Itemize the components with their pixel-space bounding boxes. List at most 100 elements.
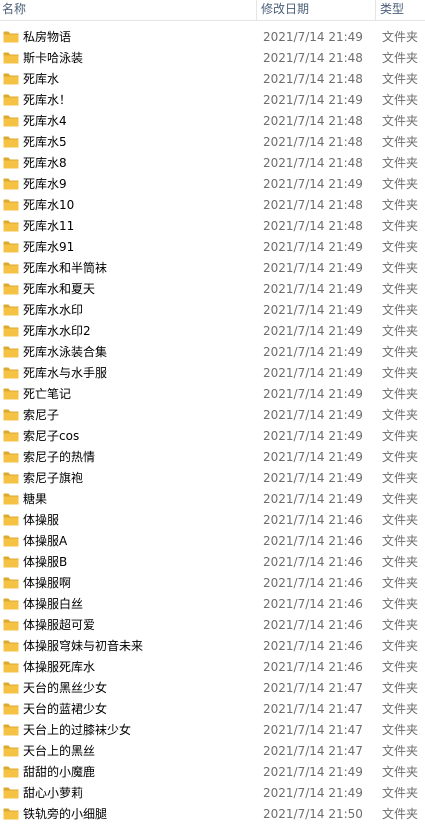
file-name: 死库水11 (23, 219, 75, 233)
file-name: 天台的蓝裙少女 (23, 702, 108, 716)
file-list: 私房物语 2021/7/14 21:49 文件夹 斯卡哈泳装 2021/7/14 21:… (0, 27, 425, 825)
file-type: 文件夹 (382, 471, 419, 485)
folder-icon (3, 450, 19, 464)
file-type: 文件夹 (382, 597, 419, 611)
column-header-name[interactable]: 名称 (0, 0, 257, 20)
folder-icon (3, 660, 19, 674)
file-row[interactable]: 索尼子cos 2021/7/14 21:49 文件夹 (0, 426, 425, 447)
file-name: 死库水泳装合集 (23, 345, 108, 359)
file-name: 天台上的黑丝 (23, 744, 96, 758)
folder-icon (3, 30, 19, 44)
file-name: 索尼子cos (23, 429, 80, 443)
file-row[interactable]: 私房物语 2021/7/14 21:49 文件夹 (0, 27, 425, 48)
file-row[interactable]: 索尼子旗袍 2021/7/14 21:49 文件夹 (0, 468, 425, 489)
file-row[interactable]: 天台上的过膝袜少女 2021/7/14 21:47 文件夹 (0, 720, 425, 741)
file-type: 文件夹 (382, 555, 419, 569)
file-name: 糖果 (23, 492, 48, 506)
file-name: 铁轨旁的小细腿 (23, 807, 108, 821)
file-type: 文件夹 (382, 429, 419, 443)
file-row[interactable]: 体操服啊 2021/7/14 21:46 文件夹 (0, 573, 425, 594)
file-date-modified: 2021/7/14 21:49 (263, 450, 363, 464)
file-row[interactable]: 死库水5 2021/7/14 21:48 文件夹 (0, 132, 425, 153)
file-row[interactable]: 死库水 2021/7/14 21:48 文件夹 (0, 69, 425, 90)
file-row[interactable]: 死亡笔记 2021/7/14 21:49 文件夹 (0, 384, 425, 405)
file-date-modified: 2021/7/14 21:46 (263, 534, 363, 548)
file-row[interactable]: 糖果 2021/7/14 21:49 文件夹 (0, 489, 425, 510)
folder-icon (3, 534, 19, 548)
file-type: 文件夹 (382, 450, 419, 464)
folder-icon (3, 156, 19, 170)
file-row[interactable]: 体操服白丝 2021/7/14 21:46 文件夹 (0, 594, 425, 615)
file-date-modified: 2021/7/14 21:46 (263, 660, 363, 674)
file-row[interactable]: 甜甜的小魔鹿 2021/7/14 21:49 文件夹 (0, 762, 425, 783)
file-row[interactable]: 死库水10 2021/7/14 21:48 文件夹 (0, 195, 425, 216)
file-type: 文件夹 (382, 639, 419, 653)
file-row[interactable]: 索尼子 2021/7/14 21:49 文件夹 (0, 405, 425, 426)
file-row[interactable]: 体操服死库水 2021/7/14 21:46 文件夹 (0, 657, 425, 678)
folder-icon (3, 639, 19, 653)
folder-icon (3, 723, 19, 737)
file-name: 甜心小萝莉 (23, 786, 84, 800)
file-row[interactable]: 体操服 2021/7/14 21:46 文件夹 (0, 510, 425, 531)
folder-icon (3, 807, 19, 821)
file-date-modified: 2021/7/14 21:47 (263, 681, 363, 695)
file-type: 文件夹 (382, 177, 419, 191)
file-row[interactable]: 死库水与水手服 2021/7/14 21:49 文件夹 (0, 363, 425, 384)
file-row[interactable]: 死库水9 2021/7/14 21:49 文件夹 (0, 174, 425, 195)
file-name: 索尼子旗袍 (23, 471, 84, 485)
folder-icon (3, 513, 19, 527)
file-type: 文件夹 (382, 618, 419, 632)
file-row[interactable]: 死库水8 2021/7/14 21:48 文件夹 (0, 153, 425, 174)
file-type: 文件夹 (382, 303, 419, 317)
file-name: 死库水水印2 (23, 324, 91, 338)
file-row[interactable]: 天台上的黑丝 2021/7/14 21:47 文件夹 (0, 741, 425, 762)
file-type: 文件夹 (382, 93, 419, 107)
file-row[interactable]: 死库水91 2021/7/14 21:49 文件夹 (0, 237, 425, 258)
folder-icon (3, 324, 19, 338)
file-row[interactable]: 天台的蓝裙少女 2021/7/14 21:47 文件夹 (0, 699, 425, 720)
file-row[interactable]: 索尼子的热情 2021/7/14 21:49 文件夹 (0, 447, 425, 468)
file-row[interactable]: 死库水水印 2021/7/14 21:49 文件夹 (0, 300, 425, 321)
folder-icon (3, 240, 19, 254)
folder-icon (3, 345, 19, 359)
file-date-modified: 2021/7/14 21:47 (263, 702, 363, 716)
file-row[interactable]: 铁轨旁的小细腿 2021/7/14 21:50 文件夹 (0, 804, 425, 825)
file-row[interactable]: 斯卡哈泳装 2021/7/14 21:48 文件夹 (0, 48, 425, 69)
file-row[interactable]: 死库水和夏天 2021/7/14 21:49 文件夹 (0, 279, 425, 300)
file-row[interactable]: 死库水！ 2021/7/14 21:49 文件夹 (0, 90, 425, 111)
file-row[interactable]: 体操服B 2021/7/14 21:46 文件夹 (0, 552, 425, 573)
file-name: 甜甜的小魔鹿 (23, 765, 96, 779)
file-name: 体操服啊 (23, 576, 72, 590)
file-name: 死库水4 (23, 114, 67, 128)
file-name: 死库水10 (23, 198, 75, 212)
file-date-modified: 2021/7/14 21:48 (263, 156, 363, 170)
file-row[interactable]: 死库水4 2021/7/14 21:48 文件夹 (0, 111, 425, 132)
file-date-modified: 2021/7/14 21:49 (263, 93, 363, 107)
file-date-modified: 2021/7/14 21:49 (263, 492, 363, 506)
folder-icon (3, 366, 19, 380)
file-row[interactable]: 体操服超可爱 2021/7/14 21:46 文件夹 (0, 615, 425, 636)
file-row[interactable]: 死库水水印2 2021/7/14 21:49 文件夹 (0, 321, 425, 342)
file-date-modified: 2021/7/14 21:49 (263, 429, 363, 443)
folder-icon (3, 408, 19, 422)
folder-icon (3, 282, 19, 296)
file-row[interactable]: 甜心小萝莉 2021/7/14 21:49 文件夹 (0, 783, 425, 804)
file-row[interactable]: 死库水泳装合集 2021/7/14 21:49 文件夹 (0, 342, 425, 363)
folder-icon (3, 114, 19, 128)
file-type: 文件夹 (382, 408, 419, 422)
column-header-date-modified[interactable]: 修改日期 (259, 0, 376, 20)
file-row[interactable]: 天台的黑丝少女 2021/7/14 21:47 文件夹 (0, 678, 425, 699)
column-header-type[interactable]: 类型 (378, 0, 425, 20)
file-row[interactable]: 死库水和半筒袜 2021/7/14 21:49 文件夹 (0, 258, 425, 279)
file-date-modified: 2021/7/14 21:46 (263, 618, 363, 632)
file-row[interactable]: 体操服A 2021/7/14 21:46 文件夹 (0, 531, 425, 552)
file-date-modified: 2021/7/14 21:49 (263, 177, 363, 191)
file-name: 死库水 (23, 72, 60, 86)
column-header-bar: 名称 修改日期 类型 (0, 0, 425, 21)
file-date-modified: 2021/7/14 21:48 (263, 135, 363, 149)
file-name: 私房物语 (23, 30, 72, 44)
file-type: 文件夹 (382, 387, 419, 401)
file-row[interactable]: 体操服穹妹与初音未来 2021/7/14 21:46 文件夹 (0, 636, 425, 657)
file-name: 死库水5 (23, 135, 67, 149)
file-row[interactable]: 死库水11 2021/7/14 21:48 文件夹 (0, 216, 425, 237)
